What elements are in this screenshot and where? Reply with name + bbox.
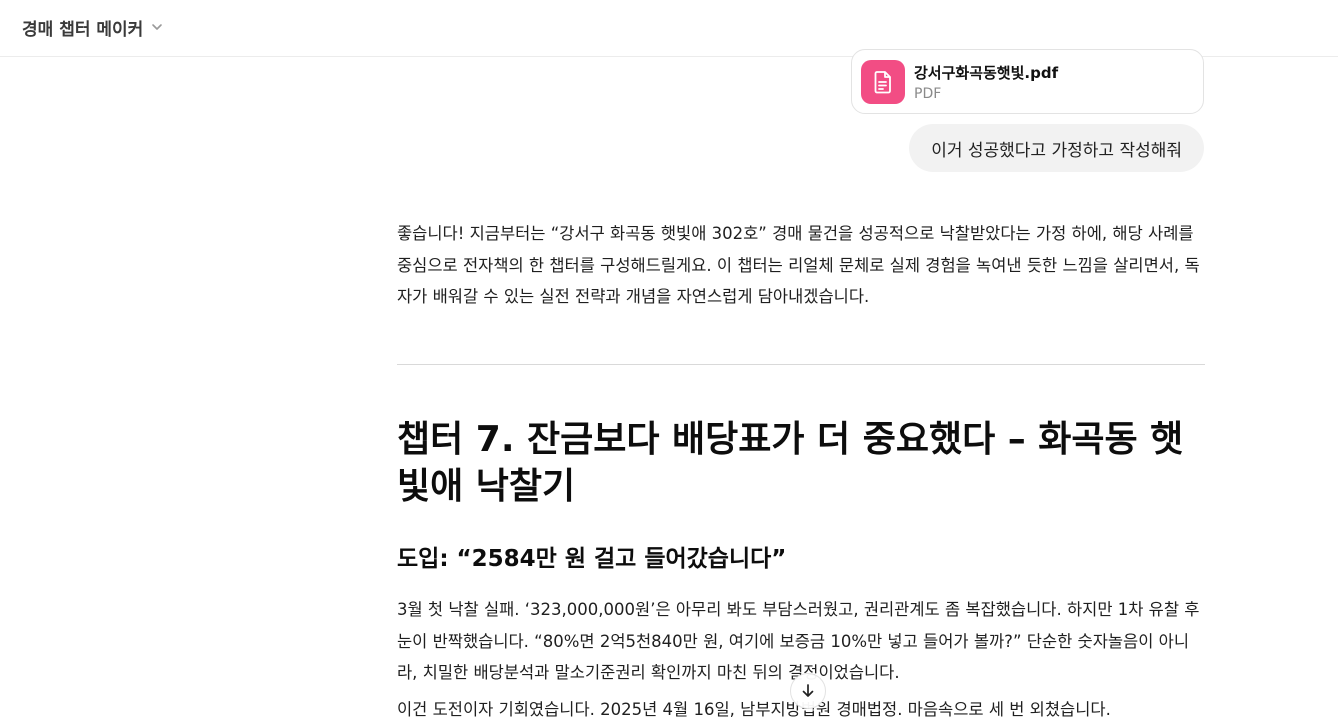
divider	[397, 364, 1205, 365]
response-intro: 좋습니다! 지금부터는 “강서구 화곡동 햇빛애 302호” 경매 물건을 성공…	[397, 224, 1200, 306]
scroll-to-bottom-button[interactable]	[790, 673, 826, 709]
chapter-heading: 챕터 7. 잔금보다 배당표가 더 중요했다 – 화곡동 햇빛애 낙찰기	[397, 419, 1184, 507]
app-title: 경매 챕터 메이커	[22, 19, 144, 40]
arrow-down-icon	[800, 683, 816, 699]
model-switcher-button[interactable]: 경매 챕터 메이커	[22, 14, 165, 40]
user-message-bubble: 이거 성공했다고 가정하고 작성해줘	[909, 124, 1204, 172]
section-heading: 도입: “2584만 원 걸고 들어갔습니다”	[397, 546, 787, 572]
file-type: PDF	[914, 86, 942, 102]
chevron-down-icon	[149, 19, 165, 35]
file-name: 강서구화곡동햇빛.pdf	[914, 64, 1059, 82]
document-icon	[861, 60, 905, 104]
file-attachment-card[interactable]: 강서구화곡동햇빛.pdf PDF	[851, 49, 1204, 114]
